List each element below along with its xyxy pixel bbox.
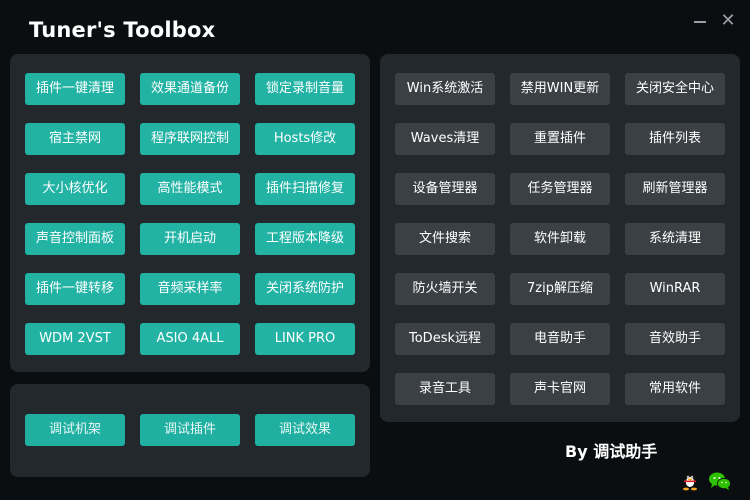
disable-security-center-button[interactable]: 关闭安全中心 (625, 73, 725, 105)
debug-rack-button[interactable]: 调试机架 (25, 414, 125, 446)
file-search-button[interactable]: 文件搜索 (395, 223, 495, 255)
disable-protection-button[interactable]: 关闭系统防护 (255, 273, 355, 305)
program-net-control-button[interactable]: 程序联网控制 (140, 123, 240, 155)
plugin-clean-button[interactable]: 插件一键清理 (25, 73, 125, 105)
plugin-list-button[interactable]: 插件列表 (625, 123, 725, 155)
common-software-button[interactable]: 常用软件 (625, 373, 725, 405)
app-title: Tuner's Toolbox (29, 18, 216, 42)
close-button[interactable]: ✕ (717, 10, 739, 32)
task-manager-button[interactable]: 任务管理器 (510, 173, 610, 205)
edm-assistant-button[interactable]: 电音助手 (510, 323, 610, 355)
win-activate-button[interactable]: Win系统激活 (395, 73, 495, 105)
recording-tool-button[interactable]: 录音工具 (395, 373, 495, 405)
debug-plugin-button[interactable]: 调试插件 (140, 414, 240, 446)
plugin-transfer-button[interactable]: 插件一键转移 (25, 273, 125, 305)
host-block-net-button[interactable]: 宿主禁网 (25, 123, 125, 155)
wdm-2vst-button[interactable]: WDM 2VST (25, 323, 125, 355)
link-pro-button[interactable]: LINK PRO (255, 323, 355, 355)
firewall-toggle-button[interactable]: 防火墙开关 (395, 273, 495, 305)
close-icon: ✕ (720, 10, 736, 31)
device-manager-button[interactable]: 设备管理器 (395, 173, 495, 205)
sample-rate-button[interactable]: 音频采样率 (140, 273, 240, 305)
wechat-icon[interactable] (708, 471, 732, 491)
qq-icon[interactable] (681, 471, 699, 491)
refresh-manager-button[interactable]: 刷新管理器 (625, 173, 725, 205)
software-uninstall-button[interactable]: 软件卸载 (510, 223, 610, 255)
winrar-button[interactable]: WinRAR (625, 273, 725, 305)
core-optimize-button[interactable]: 大小核优化 (25, 173, 125, 205)
reset-plugin-button[interactable]: 重置插件 (510, 123, 610, 155)
soundcard-site-button[interactable]: 声卡官网 (510, 373, 610, 405)
todesk-button[interactable]: ToDesk远程 (395, 323, 495, 355)
system-clean-button[interactable]: 系统清理 (625, 223, 725, 255)
minimize-button[interactable] (689, 10, 711, 32)
sound-control-panel-button[interactable]: 声音控制面板 (25, 223, 125, 255)
minimize-icon (694, 21, 706, 23)
sfx-assistant-button[interactable]: 音效助手 (625, 323, 725, 355)
effect-backup-button[interactable]: 效果通道备份 (140, 73, 240, 105)
author-label: By 调试助手 (565, 442, 658, 461)
7zip-button[interactable]: 7zip解压缩 (510, 273, 610, 305)
project-downgrade-button[interactable]: 工程版本降级 (255, 223, 355, 255)
plugin-scan-fix-button[interactable]: 插件扫描修复 (255, 173, 355, 205)
lock-volume-button[interactable]: 锁定录制音量 (255, 73, 355, 105)
high-performance-button[interactable]: 高性能模式 (140, 173, 240, 205)
debug-effect-button[interactable]: 调试效果 (255, 414, 355, 446)
waves-clean-button[interactable]: Waves清理 (395, 123, 495, 155)
hosts-edit-button[interactable]: Hosts修改 (255, 123, 355, 155)
disable-win-update-button[interactable]: 禁用WIN更新 (510, 73, 610, 105)
asio-4all-button[interactable]: ASIO 4ALL (140, 323, 240, 355)
startup-button[interactable]: 开机启动 (140, 223, 240, 255)
